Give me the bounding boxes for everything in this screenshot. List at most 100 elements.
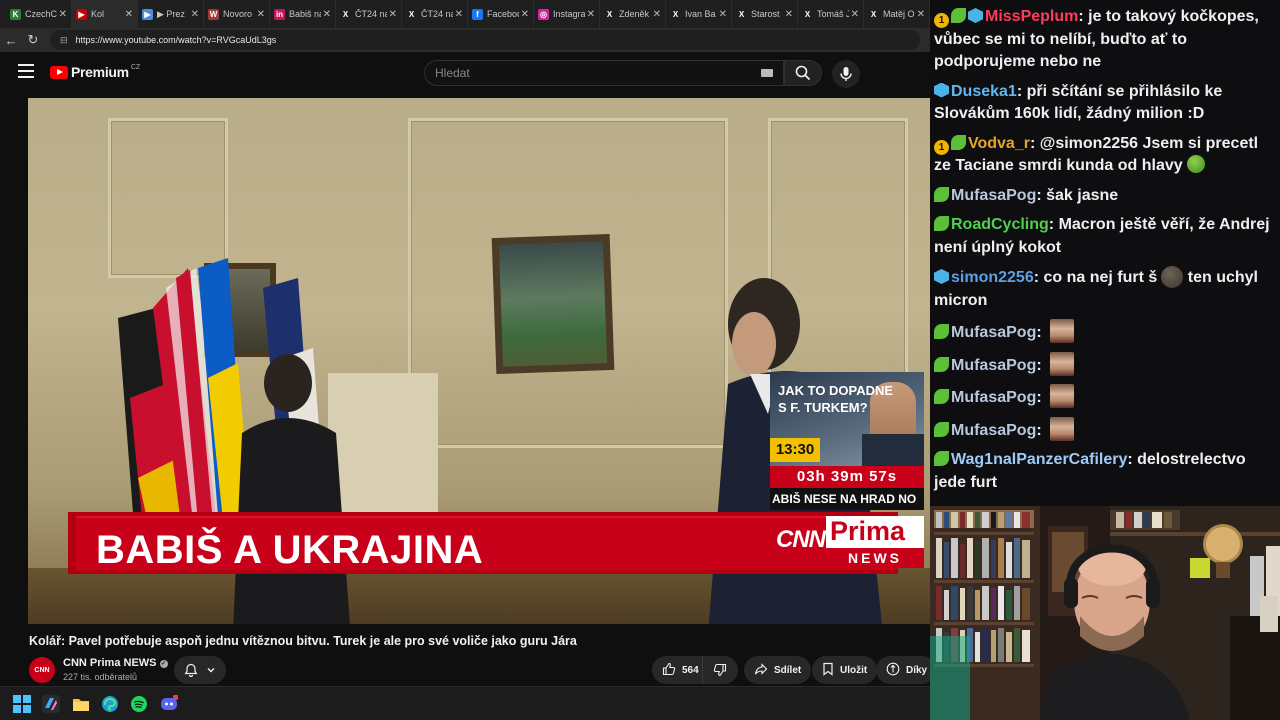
voice-search-button[interactable] [832,60,860,88]
tab-close-icon[interactable]: ✕ [917,9,925,20]
chat-username[interactable]: MufasaPog [951,389,1036,406]
windows-start-icon[interactable] [13,695,31,713]
chat-username[interactable]: Duseka1 [951,83,1017,100]
file-explorer-icon[interactable] [72,695,90,713]
save-label: Uložit [840,664,868,676]
save-button[interactable]: Uložit [812,656,878,684]
browser-tab[interactable]: K CzechC ✕ [6,0,72,28]
chat-text: šak jasne [1041,186,1119,204]
url-field[interactable]: ⊟ https://www.youtube.com/watch?v=RVGcaU… [50,30,920,50]
browser-tab[interactable]: in Babiš na ✕ [270,0,336,28]
chat-separator: : [1036,356,1042,374]
tab-close-icon[interactable]: ✕ [851,9,859,20]
webcam-scene [930,506,1280,720]
share-label: Sdílet [774,664,802,676]
browser-tab[interactable]: X Matěj O ✕ [864,0,930,28]
rock-emote-icon [1161,266,1184,288]
chat-message: 1 MissPeplum: je to takový kočkopes, vůbe… [934,6,1274,74]
tab-favicon-icon: X [802,8,813,20]
discord-icon[interactable] [160,694,179,713]
chat-username[interactable]: MufasaPog [951,187,1036,204]
site-info-icon[interactable]: ⊟ [60,35,68,46]
chat-message: MufasaPog: [934,384,1274,410]
verified-icon: ✓ [159,660,168,668]
tab-close-icon[interactable]: ✕ [653,9,661,20]
chat-username[interactable]: MufasaPog [951,324,1036,341]
browser-tab[interactable]: X Zdeněk ✕ [600,0,666,28]
browser-tab[interactable]: X Tomáš J ✕ [798,0,864,28]
chat-username[interactable]: MissPeplum [985,8,1078,25]
super-thanks-icon [886,662,900,679]
landscape-painting [491,233,615,375]
chat-username[interactable]: simon2256 [951,269,1034,286]
channel-avatar[interactable]: CNN [29,657,55,683]
tab-label: Matěj O [883,9,915,19]
browser-tab[interactable]: ◎ Instagra ✕ [534,0,600,28]
browser-tab[interactable]: ▶ ▶ Prez ✕ [138,0,204,28]
video-player[interactable]: JAK TO DOPADNE S F. TURKEM? 13:30 03h 39… [28,98,930,624]
news-ticker: ABIŠ NESE NA HRAD NO [770,488,924,510]
leaf-badge-icon [934,421,949,437]
reload-icon[interactable]: ↻ [22,29,44,51]
browser-tab[interactable]: W Novoro ✕ [204,0,270,28]
chat-username[interactable]: RoadCycling [951,216,1049,233]
chat-username[interactable]: MufasaPog [951,357,1036,374]
search-input[interactable]: Hledat [424,60,784,86]
coin-badge-icon: 1 [934,139,949,155]
youtube-logo[interactable]: Premium CZ [50,64,140,80]
share-button[interactable]: Sdílet [744,656,812,684]
chat-text: co na nej furt š [1039,269,1158,286]
chat-separator: : [1036,421,1042,439]
spotify-icon[interactable] [130,695,148,713]
tab-close-icon[interactable]: ✕ [125,9,133,20]
tab-label: Kol [91,9,105,19]
chat-separator: : [1036,324,1042,341]
tab-close-icon[interactable]: ✕ [191,9,199,20]
browser-tab[interactable]: X Starost ✕ [732,0,798,28]
tab-close-icon[interactable]: ✕ [785,9,793,20]
browser-tab[interactable]: ▶ Kol ✕ [72,0,138,28]
tab-close-icon[interactable]: ✕ [521,9,529,20]
tab-close-icon[interactable]: ✕ [257,9,265,20]
tab-close-icon[interactable]: ✕ [59,9,67,20]
copilot-icon[interactable] [42,695,60,713]
tab-label: Starost [751,9,780,19]
tab-favicon-icon: K [10,8,21,20]
stream-chat: 1 MissPeplum: je to takový kočkopes, vůbe… [930,0,1280,506]
taskbar [0,686,930,720]
tab-label: Babiš na [289,9,321,19]
tab-label: ▶ Prez [157,8,185,19]
tab-close-icon[interactable]: ✕ [587,9,595,20]
tab-close-icon[interactable]: ✕ [719,9,727,20]
keyboard-icon[interactable] [761,69,773,77]
tab-favicon-icon: X [604,8,615,20]
youtube-header: Premium CZ Hledat [0,52,930,94]
person-back-view [233,354,350,624]
chat-username[interactable]: Vodva_r [968,135,1030,152]
dislike-button[interactable] [702,656,738,684]
tab-favicon-icon: W [208,8,219,20]
prima-news-logo: Prima NEWS [826,516,924,568]
like-button[interactable]: 564 [652,656,702,684]
chat-username[interactable]: Wag1nalPanzerCafilery [951,451,1127,468]
back-icon[interactable]: ← [0,29,22,51]
thanks-button[interactable]: Díky [876,656,936,684]
share-icon [754,662,768,679]
browser-tab[interactable]: f Faceboo ✕ [468,0,534,28]
like-count: 564 [682,664,699,676]
tab-close-icon[interactable]: ✕ [323,9,331,20]
browser-tab[interactable]: X ČT24 na ✕ [336,0,402,28]
gem-badge-icon [968,8,983,23]
tab-favicon-icon: f [472,8,483,20]
browser-tab[interactable]: X ČT24 na ✕ [402,0,468,28]
search-button[interactable] [784,60,822,86]
edge-icon[interactable] [101,695,119,713]
browser-tab[interactable]: X Ivan Ba ✕ [666,0,732,28]
tab-close-icon[interactable]: ✕ [389,9,397,20]
tab-close-icon[interactable]: ✕ [455,9,463,20]
notifications-button[interactable] [174,656,226,684]
coin-badge-icon: 1 [934,13,949,28]
chat-username[interactable]: MufasaPog [951,422,1036,439]
channel-name[interactable]: CNN Prima NEWS ✓ [63,657,168,669]
menu-icon[interactable] [18,64,34,78]
